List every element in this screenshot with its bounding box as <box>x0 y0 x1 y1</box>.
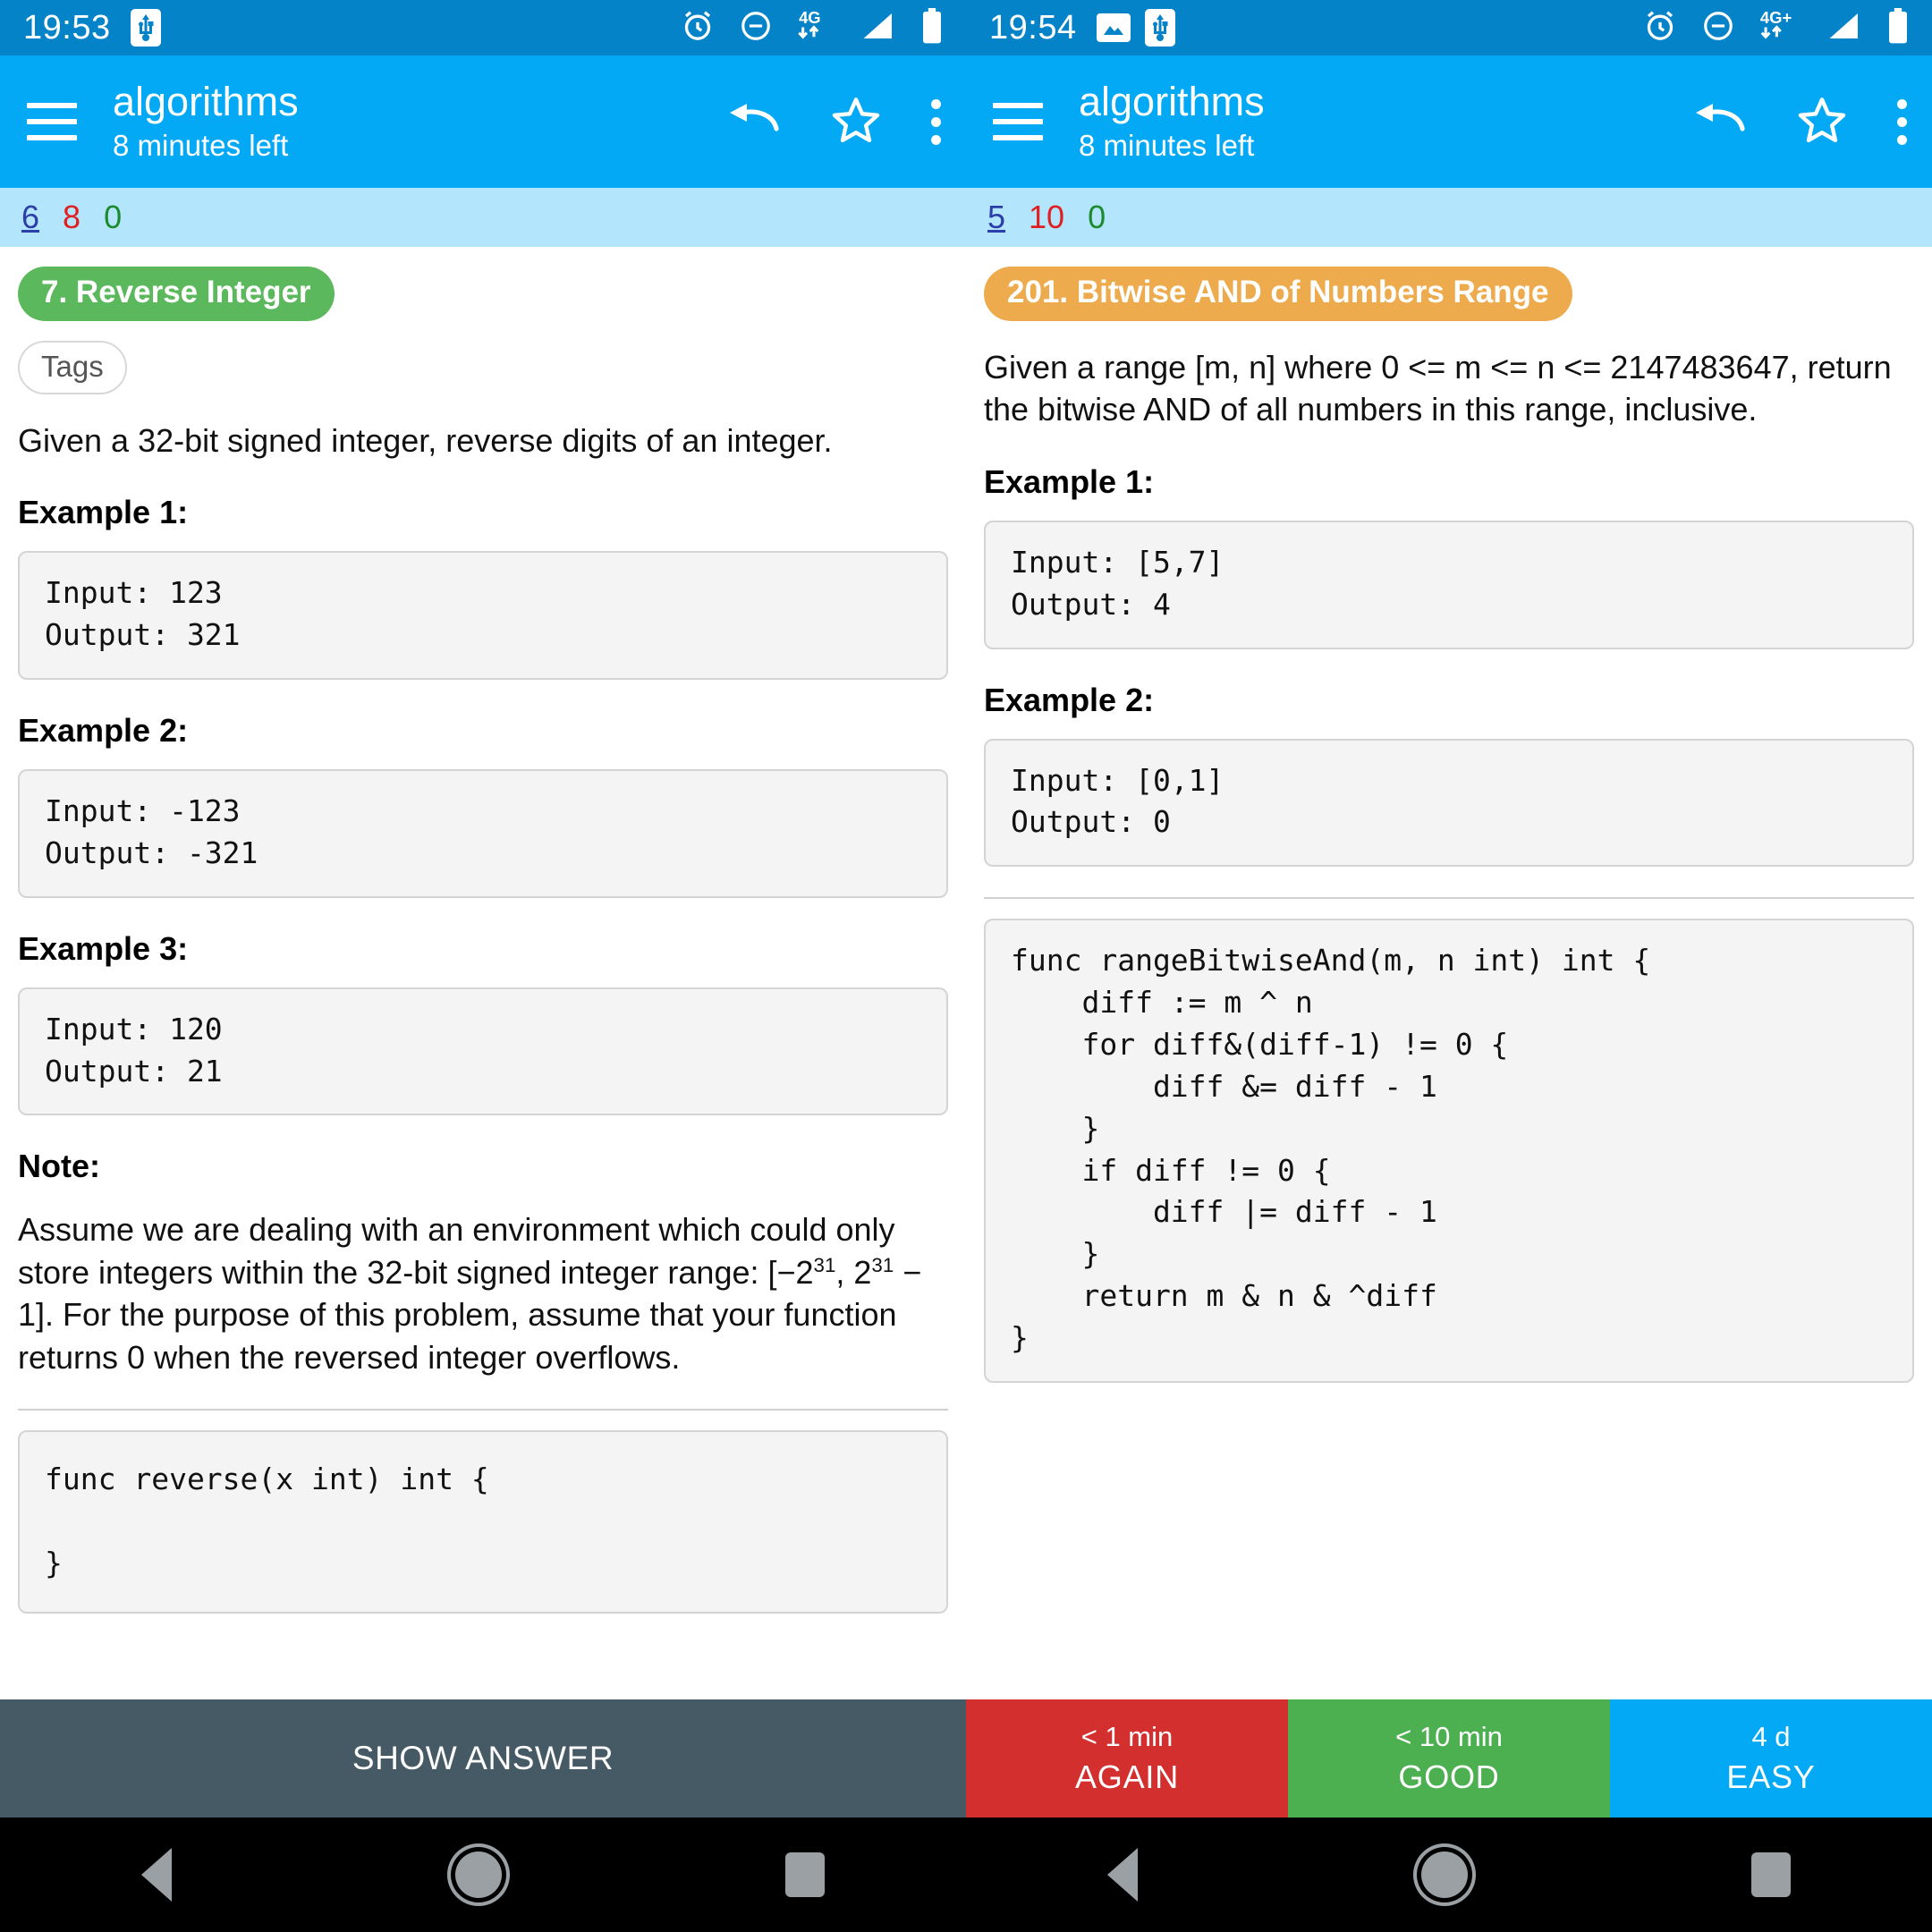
answer-code-block: func reverse(x int) int { } <box>18 1430 948 1614</box>
undo-icon[interactable] <box>1691 98 1747 146</box>
ease-interval: 4 d <box>1751 1721 1791 1752</box>
undo-icon[interactable] <box>725 98 781 146</box>
alarm-icon <box>680 8 716 48</box>
divider <box>18 1409 948 1411</box>
overflow-menu-icon[interactable] <box>931 98 941 145</box>
app-bar-titles: algorithms 8 minutes left <box>1079 79 1265 164</box>
status-left-icons <box>1096 9 1175 47</box>
status-left-icons <box>130 9 161 47</box>
star-icon[interactable] <box>831 96 881 148</box>
svg-text:4G+: 4G+ <box>1760 8 1792 27</box>
signal-icon <box>1826 10 1864 47</box>
home-icon[interactable] <box>1420 1852 1468 1898</box>
note-text: Assume we are dealing with an environmen… <box>18 1211 922 1376</box>
problem-description: Given a 32-bit signed integer, reverse d… <box>18 421 833 459</box>
deck-subtitle: 8 minutes left <box>113 128 289 162</box>
nav-group-right <box>966 1818 1932 1932</box>
alarm-icon <box>1642 8 1678 48</box>
deck-title: algorithms <box>1079 79 1265 125</box>
flashcard-right[interactable]: 201. Bitwise AND of Numbers Range Given … <box>966 247 1932 1699</box>
svg-text:4G: 4G <box>799 8 821 27</box>
home-icon[interactable] <box>454 1852 502 1898</box>
status-time: 19:54 <box>989 8 1077 47</box>
problem-title-badge: 7. Reverse Integer <box>18 267 335 321</box>
mobile-data-4g-plus-icon: 4G+ <box>1758 7 1803 48</box>
overflow-menu-icon[interactable] <box>1897 98 1907 145</box>
mobile-data-4g-icon: 4G <box>796 7 837 48</box>
flashcard-left[interactable]: 7. Reverse Integer Tags Given a 32-bit s… <box>0 247 966 1699</box>
pane-left: 19:53 4G algorithms 8 minutes left 6 8 0… <box>0 0 966 1699</box>
back-icon[interactable] <box>1107 1848 1139 1902</box>
usb-icon <box>1144 9 1175 47</box>
example-heading: Example 3: <box>18 929 189 967</box>
example-code-block: Input: [0,1] Output: 0 <box>984 738 1914 868</box>
deck-subtitle: 8 minutes left <box>1079 128 1255 162</box>
app-bar-actions <box>725 96 941 148</box>
count-due[interactable]: 0 <box>1088 201 1106 233</box>
example-heading: Example 2: <box>18 711 189 749</box>
recents-icon[interactable] <box>784 1852 825 1897</box>
hamburger-icon[interactable] <box>27 103 77 140</box>
count-new[interactable]: 6 <box>21 201 39 233</box>
example-code-block: Input: 120 Output: 21 <box>18 987 948 1116</box>
usb-icon <box>130 9 161 47</box>
note-heading: Note: <box>18 1148 100 1185</box>
example-code-block: Input: -123 Output: -321 <box>18 768 948 898</box>
count-learning[interactable]: 8 <box>63 201 80 233</box>
pane-right: 19:54 4G+ algorithms 8 minutes left 5 10… <box>966 0 1932 1699</box>
signal-icon <box>860 10 898 47</box>
ease-label: AGAIN <box>1074 1758 1180 1795</box>
do-not-disturb-icon <box>739 9 773 47</box>
ease-interval: < 1 min <box>1080 1721 1174 1752</box>
ease-button-good[interactable]: < 10 min GOOD <box>1288 1699 1610 1818</box>
count-due[interactable]: 0 <box>104 201 122 233</box>
app-bar-titles: algorithms 8 minutes left <box>113 79 299 164</box>
back-icon[interactable] <box>141 1848 173 1902</box>
problem-description: Given a range [m, n] where 0 <= m <= n <… <box>984 348 1892 428</box>
example-heading: Example 1: <box>984 462 1155 500</box>
ease-button-again[interactable]: < 1 min AGAIN <box>966 1699 1288 1818</box>
photo-icon <box>1096 13 1131 42</box>
status-right-icons: 4G <box>680 7 943 48</box>
example-heading: Example 2: <box>984 681 1155 718</box>
recents-icon[interactable] <box>1750 1852 1791 1897</box>
nav-group-left <box>0 1818 966 1932</box>
app-bar-left: algorithms 8 minutes left <box>0 55 966 188</box>
counts-bar-left: 6 8 0 <box>0 188 966 247</box>
android-screen: 19:53 4G algorithms 8 minutes left 6 8 0… <box>0 0 1932 1932</box>
app-bar-right: algorithms 8 minutes left <box>966 55 1932 188</box>
example-code-block: Input: 123 Output: 321 <box>18 551 948 680</box>
status-right-icons: 4G+ <box>1642 7 1909 48</box>
ease-label: GOOD <box>1398 1758 1500 1795</box>
hamburger-icon[interactable] <box>993 103 1043 140</box>
show-answer-button[interactable]: SHOW ANSWER <box>0 1699 966 1818</box>
status-time: 19:53 <box>23 8 111 47</box>
ease-label: EASY <box>1726 1758 1816 1795</box>
count-learning[interactable]: 10 <box>1029 201 1064 233</box>
divider <box>984 897 1914 900</box>
battery-icon <box>1887 7 1909 48</box>
tags-chip[interactable]: Tags <box>18 340 127 394</box>
android-nav-bar <box>0 1818 1932 1932</box>
answer-bar: SHOW ANSWER < 1 min AGAIN < 10 min GOOD … <box>0 1699 1932 1818</box>
battery-icon <box>921 7 943 48</box>
status-bar-left: 19:53 4G <box>0 0 966 55</box>
count-new[interactable]: 5 <box>987 201 1005 233</box>
split-screen-panes: 19:53 4G algorithms 8 minutes left 6 8 0… <box>0 0 1932 1699</box>
star-icon[interactable] <box>1797 96 1847 148</box>
status-bar-right: 19:54 4G+ <box>966 0 1932 55</box>
ease-interval: < 10 min <box>1395 1721 1503 1752</box>
deck-title: algorithms <box>113 79 299 125</box>
example-heading: Example 1: <box>18 494 189 531</box>
answer-code-block: func rangeBitwiseAnd(m, n int) int { dif… <box>984 919 1914 1383</box>
problem-title-badge: 201. Bitwise AND of Numbers Range <box>984 267 1572 321</box>
app-bar-actions <box>1691 96 1907 148</box>
ease-button-easy[interactable]: 4 d EASY <box>1610 1699 1932 1818</box>
do-not-disturb-icon <box>1701 9 1735 47</box>
example-code-block: Input: [5,7] Output: 4 <box>984 520 1914 649</box>
counts-bar-right: 5 10 0 <box>966 188 1932 247</box>
